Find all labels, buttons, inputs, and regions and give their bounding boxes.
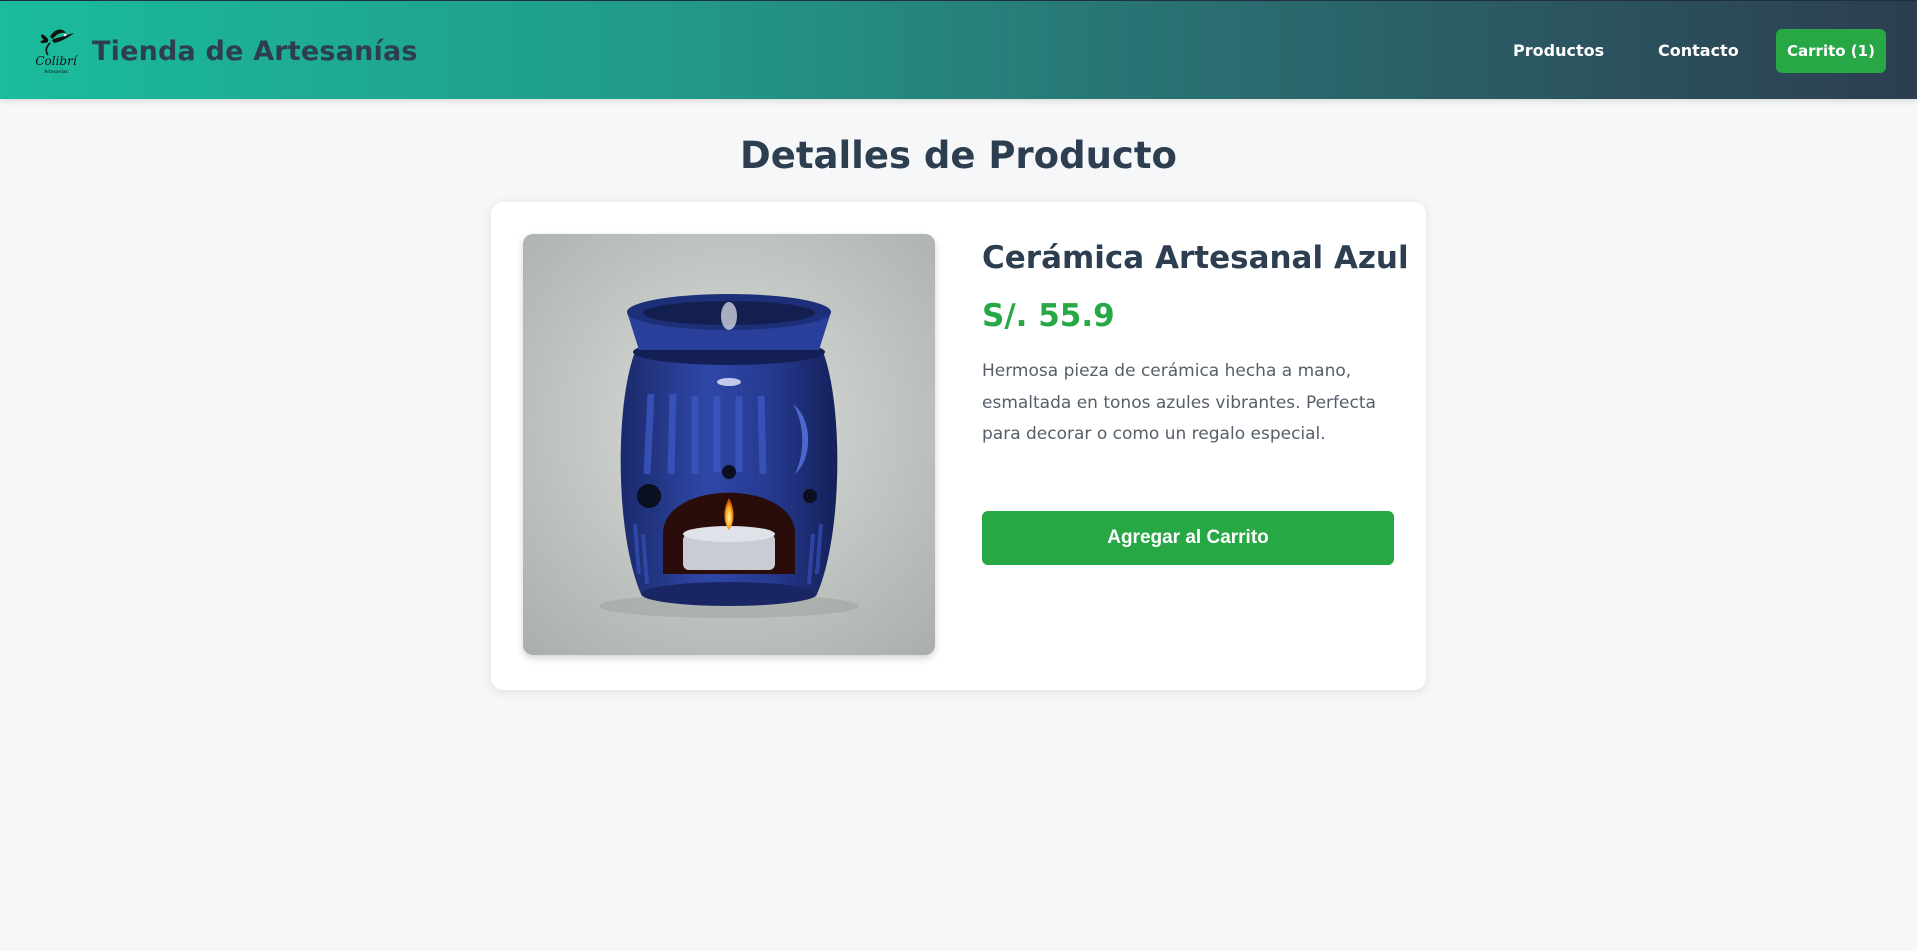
product-description: Hermosa pieza de cerámica hecha a mano, … [982,361,1376,444]
product-price: S/. 55.9 [982,298,1115,334]
brand[interactable]: Colibrí Artesanías Tienda de Artesanías [34,25,418,77]
svg-text:Artesanías: Artesanías [44,68,68,75]
svg-text:Colibrí: Colibrí [35,54,78,68]
product-image [523,234,935,655]
product-detail-card: Cerámica Artesanal Azul S/. 55.9 Hermosa… [491,202,1426,690]
product-name: Cerámica Artesanal Azul [982,240,1409,276]
top-navbar: Colibrí Artesanías Tienda de Artesanías … [0,0,1917,99]
cart-button[interactable]: Carrito (1) [1776,29,1886,73]
hummingbird-logo-icon: Colibrí Artesanías [35,29,78,75]
nav-link-contacto[interactable]: Contacto [1658,41,1739,60]
brand-title: Tienda de Artesanías [92,35,418,67]
nav-link-productos[interactable]: Productos [1513,41,1604,60]
page-title: Detalles de Producto [740,134,1177,177]
add-to-cart-button[interactable]: Agregar al Carrito [982,511,1394,565]
ceramic-oil-burner-image [523,234,935,655]
